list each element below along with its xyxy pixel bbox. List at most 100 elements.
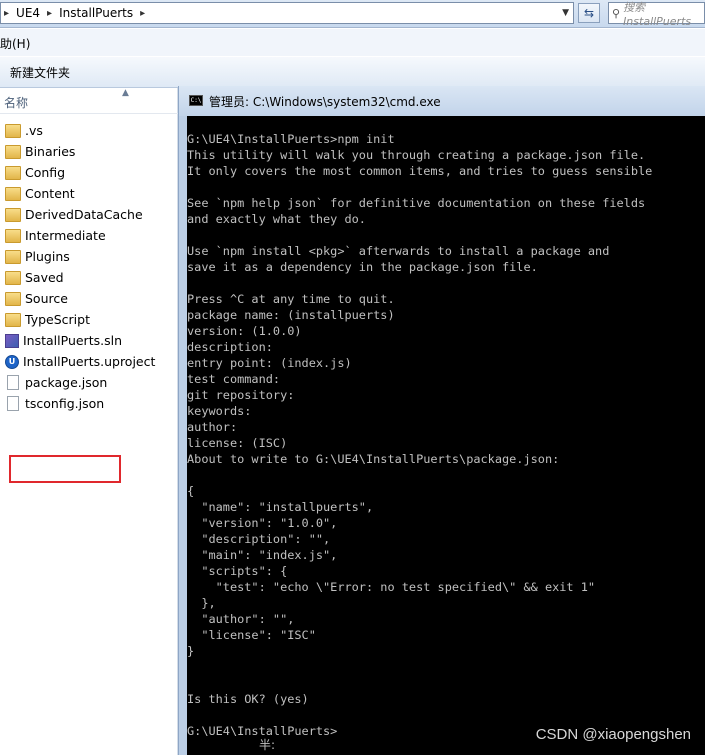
folder-icon <box>5 207 21 222</box>
file-name: Intermediate <box>25 228 106 243</box>
console-line: About to write to G:\UE4\InstallPuerts\p… <box>187 452 560 466</box>
document-icon <box>7 375 19 390</box>
folder-icon <box>5 270 21 285</box>
console-line: { <box>187 484 195 498</box>
cmd-window: C:\ 管理员: C:\Windows\system32\cmd.exe G:\… <box>178 86 705 755</box>
console-line: version: (1.0.0) <box>187 324 302 338</box>
menu-bar: 助(H) <box>0 29 705 56</box>
file-name: Content <box>25 186 75 201</box>
document-icon <box>7 396 19 411</box>
file-name: DerivedDataCache <box>25 207 143 222</box>
file-list-item[interactable]: Binaries <box>0 141 178 162</box>
cmd-title-bar[interactable]: C:\ 管理员: C:\Windows\system32\cmd.exe <box>179 86 705 116</box>
console-line: "author": "", <box>187 612 295 626</box>
address-dropdown-icon[interactable]: ▼ <box>562 8 569 18</box>
file-list-item[interactable]: InstallPuerts.sln <box>0 330 178 351</box>
console-line: See `npm help json` for definitive docum… <box>187 196 646 210</box>
console-line: "scripts": { <box>187 564 288 578</box>
console-line: "license": "ISC" <box>187 628 316 642</box>
console-line: G:\UE4\InstallPuerts>npm init <box>187 132 395 146</box>
file-name: Config <box>25 165 66 180</box>
console-line: test command: <box>187 372 281 386</box>
file-name: Source <box>25 291 68 306</box>
file-list-item[interactable]: Content <box>0 183 178 204</box>
console-line: "test": "echo \"Error: no test specified… <box>187 580 596 594</box>
folder-icon <box>5 249 21 264</box>
file-list-item[interactable]: DerivedDataCache <box>0 204 178 225</box>
file-name: Saved <box>25 270 64 285</box>
address-box[interactable]: ▸ UE4 ▸ InstallPuerts ▸ ▼ <box>0 2 574 24</box>
console-line: It only covers the most common items, an… <box>187 164 653 178</box>
console-line: and exactly what they do. <box>187 212 366 226</box>
file-list-item[interactable]: Plugins <box>0 246 178 267</box>
file-name: TypeScript <box>25 312 90 327</box>
cmd-console[interactable]: G:\UE4\InstallPuerts>npm init This utilit… <box>187 116 705 755</box>
file-list-item[interactable]: package.json <box>0 372 178 393</box>
file-list-item[interactable]: Config <box>0 162 178 183</box>
ime-indicator: 半: <box>259 738 276 752</box>
console-line: "main": "index.js", <box>187 548 338 562</box>
console-line: "name": "installpuerts", <box>187 500 374 514</box>
console-line: Use `npm install <pkg>` afterwards to in… <box>187 244 610 258</box>
breadcrumb-separator: ▸ <box>4 7 10 19</box>
menu-help[interactable]: 助(H) <box>0 35 30 52</box>
console-line: }, <box>187 596 216 610</box>
search-placeholder: 搜索 InstallPuerts <box>623 0 692 28</box>
file-name: package.json <box>25 375 108 390</box>
column-header-label: 名称 <box>4 96 29 110</box>
folder-icon <box>5 312 21 327</box>
file-list-item[interactable]: .vs <box>0 120 178 141</box>
file-list-item[interactable]: Intermediate <box>0 225 178 246</box>
console-line: "version": "1.0.0", <box>187 516 338 530</box>
breadcrumb-ue4[interactable]: UE4 <box>12 6 44 20</box>
address-bar: ▸ UE4 ▸ InstallPuerts ▸ ▼ ⇆ ⚲ 搜索 Install… <box>0 0 705 28</box>
file-list-item[interactable]: Source <box>0 288 178 309</box>
search-icon: ⚲ <box>612 6 621 20</box>
file-name: .vs <box>25 123 43 138</box>
file-list-item[interactable]: TypeScript <box>0 309 178 330</box>
folder-icon <box>5 186 21 201</box>
console-line: This utility will walk you through creat… <box>187 148 646 162</box>
file-name: InstallPuerts.sln <box>23 333 122 348</box>
column-header-name[interactable]: 名称 ▲ <box>0 88 178 114</box>
console-line: git repository: <box>187 388 295 402</box>
sort-ascending-icon: ▲ <box>122 88 129 98</box>
console-line: Press ^C at any time to quit. <box>187 292 395 306</box>
cmd-window-title: 管理员: C:\Windows\system32\cmd.exe <box>209 95 441 109</box>
new-folder-button[interactable]: 新建文件夹 <box>10 64 70 81</box>
console-output: G:\UE4\InstallPuerts>npm init This utilit… <box>187 131 705 739</box>
folder-icon <box>5 123 21 138</box>
console-line: description: <box>187 340 273 354</box>
console-line: license: (ISC) <box>187 436 288 450</box>
visual-studio-solution-icon <box>5 333 19 348</box>
file-list-item[interactable]: Saved <box>0 267 178 288</box>
breadcrumb-separator: ▸ <box>47 7 53 19</box>
refresh-button[interactable]: ⇆ <box>578 3 600 23</box>
watermark: CSDN @xiaopengshen <box>535 726 691 743</box>
unreal-project-icon: U <box>5 354 19 369</box>
file-name: Binaries <box>25 144 76 159</box>
console-line: keywords: <box>187 404 252 418</box>
breadcrumb-installpuerts[interactable]: InstallPuerts <box>55 6 137 20</box>
file-name: tsconfig.json <box>25 396 105 411</box>
file-name: Plugins <box>25 249 70 264</box>
console-line: Is this OK? (yes) <box>187 692 309 706</box>
console-line: author: <box>187 420 238 434</box>
file-list-item[interactable]: tsconfig.json <box>0 393 178 414</box>
file-list-item[interactable]: U InstallPuerts.uproject <box>0 351 178 372</box>
package-json-highlight-box <box>9 455 121 483</box>
console-line: save it as a dependency in the package.j… <box>187 260 538 274</box>
refresh-icon: ⇆ <box>583 6 595 20</box>
console-line: package name: (installpuerts) <box>187 308 395 322</box>
search-input[interactable]: ⚲ 搜索 InstallPuerts <box>608 1 705 28</box>
breadcrumb-separator: ▸ <box>140 7 146 19</box>
console-line: "description": "", <box>187 532 331 546</box>
file-list: .vs Binaries Config Content DerivedDataCache… <box>0 120 178 414</box>
